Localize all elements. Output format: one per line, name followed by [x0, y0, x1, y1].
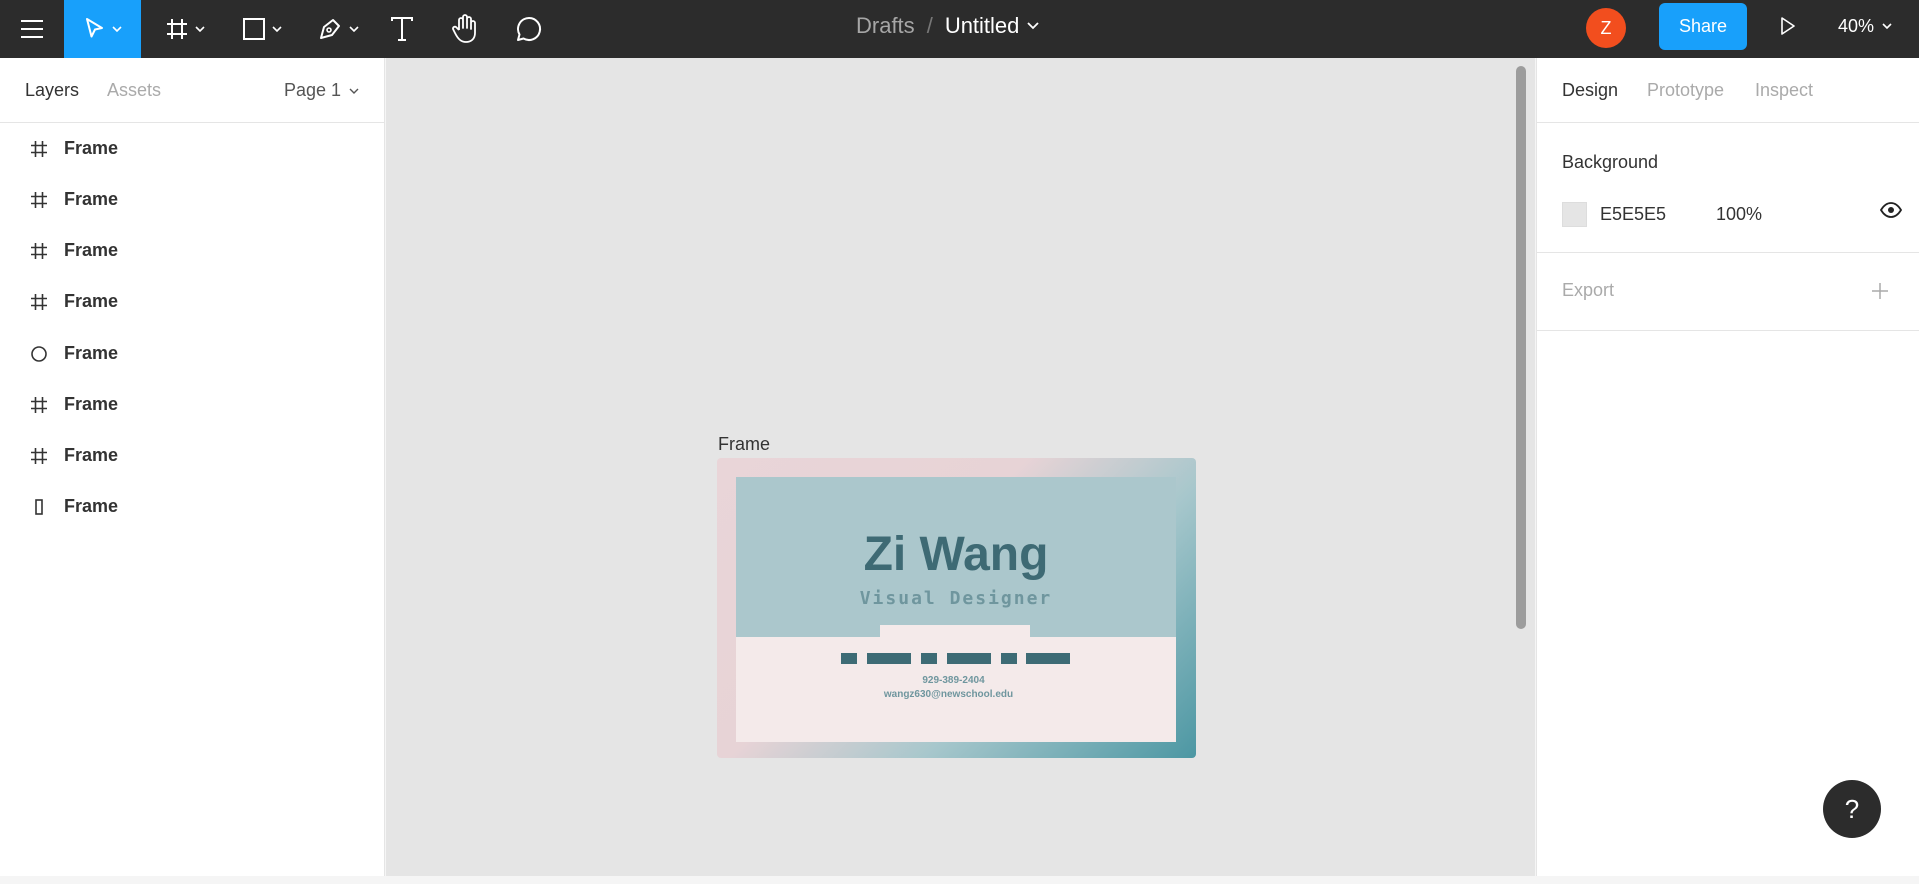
layer-name: Frame	[64, 189, 119, 209]
layer-row[interactable]: Frame	[0, 481, 385, 532]
layer-name: Frame	[64, 240, 119, 260]
layer-row[interactable]: Frame	[0, 174, 385, 225]
card-role: Visual Designer	[859, 588, 1053, 609]
card-dash	[867, 653, 911, 664]
layer-name: Frame	[64, 343, 119, 363]
chevron-down-icon	[195, 26, 205, 32]
add-export-icon[interactable]	[1871, 282, 1889, 300]
chevron-down-icon[interactable]	[1027, 22, 1040, 30]
background-color-swatch[interactable]	[1562, 201, 1587, 227]
background-section-title: Background	[1562, 152, 1659, 172]
breadcrumb: Drafts / Untitled	[856, 0, 1040, 52]
card-name: Zi Wang	[863, 528, 1049, 581]
layer-row[interactable]: Frame	[0, 276, 385, 327]
hand-icon	[452, 14, 476, 43]
layer-row[interactable]: Frame	[0, 123, 385, 174]
right-panel-tabs: Design Prototype Inspect	[1537, 58, 1919, 123]
rectangle-icon	[35, 498, 43, 515]
present-button[interactable]	[1772, 0, 1804, 52]
ellipse-icon	[31, 345, 47, 362]
divider	[1537, 252, 1919, 253]
chevron-down-icon	[1882, 23, 1892, 29]
frame-icon	[31, 242, 47, 259]
layer-name: Frame	[64, 496, 119, 516]
card-email: wangz630@newschool.edu	[883, 689, 1014, 700]
play-icon	[1781, 17, 1795, 35]
background-hex-input[interactable]: E5E5E5	[1600, 204, 1716, 225]
zoom-level: 40%	[1838, 15, 1875, 36]
background-fill-row: E5E5E5 100%	[1562, 200, 1902, 228]
chevron-down-icon	[349, 26, 359, 32]
background-opacity-input[interactable]: 100%	[1716, 204, 1762, 225]
card-inner: Zi Wang Visual Designer 929-389-2404 wan…	[736, 477, 1176, 742]
canvas-scrollbar[interactable]	[1516, 66, 1526, 629]
card-dash	[1001, 653, 1017, 664]
menu-icon	[21, 20, 43, 38]
pen-tool-button[interactable]	[311, 0, 365, 58]
layer-name: Frame	[64, 291, 119, 311]
layer-name: Frame	[64, 138, 119, 158]
chevron-down-icon	[111, 26, 122, 32]
left-panel-tabs: Layers Assets Page 1	[0, 58, 384, 123]
frame-icon	[167, 19, 187, 39]
breadcrumb-drafts[interactable]: Drafts	[856, 13, 915, 39]
tab-design[interactable]: Design	[1562, 80, 1618, 101]
layer-row[interactable]: Frame	[0, 225, 385, 276]
comment-tool-button[interactable]	[512, 0, 546, 58]
rectangle-icon	[243, 18, 265, 40]
main-menu-button[interactable]	[0, 0, 64, 58]
frame-icon	[31, 140, 47, 157]
move-icon	[85, 18, 103, 38]
layer-row[interactable]: Frame	[0, 328, 385, 379]
page-selector-label: Page 1	[284, 80, 342, 100]
export-section-title: Export	[1562, 280, 1615, 300]
tab-inspect[interactable]: Inspect	[1755, 80, 1813, 101]
tab-prototype[interactable]: Prototype	[1647, 80, 1724, 101]
frame-label[interactable]: Frame	[718, 434, 770, 455]
page-selector[interactable]: Page 1	[284, 80, 359, 101]
hand-tool-button[interactable]	[448, 0, 482, 58]
chevron-down-icon	[272, 26, 282, 32]
pen-icon	[320, 19, 340, 39]
move-tool-button[interactable]	[64, 0, 141, 58]
text-icon	[391, 17, 413, 41]
card-divider-bar	[880, 625, 1030, 637]
layer-row[interactable]: Frame	[0, 379, 385, 430]
zoom-menu[interactable]: 40%	[1838, 0, 1892, 52]
tab-assets[interactable]: Assets	[107, 80, 161, 101]
layer-name: Frame	[64, 445, 119, 465]
breadcrumb-separator: /	[926, 13, 933, 38]
frame-icon	[31, 447, 47, 464]
card-dash	[1026, 653, 1070, 664]
layer-name: Frame	[64, 394, 119, 414]
layer-row[interactable]: Frame	[0, 430, 385, 481]
frame-icon	[31, 293, 47, 310]
layers-panel: Layers Assets Page 1 Frame Frame Frame F…	[0, 58, 385, 876]
card-dash	[921, 653, 937, 664]
chevron-down-icon	[349, 88, 359, 94]
divider	[1537, 330, 1919, 331]
avatar[interactable]: Z	[1586, 8, 1626, 48]
card-dash	[841, 653, 857, 664]
frame-icon	[31, 396, 47, 413]
card-phone: 929-389-2404	[922, 675, 985, 686]
card-dash	[947, 653, 991, 664]
file-title[interactable]: Untitled	[945, 13, 1020, 39]
business-card-frame[interactable]: Zi Wang Visual Designer 929-389-2404 wan…	[717, 458, 1196, 758]
comment-icon	[517, 16, 541, 41]
eye-icon[interactable]	[1880, 202, 1902, 218]
tab-layers[interactable]: Layers	[25, 80, 79, 101]
share-button[interactable]: Share	[1659, 3, 1747, 50]
help-button[interactable]: ?	[1823, 780, 1881, 838]
properties-panel: Design Prototype Inspect Background E5E5…	[1536, 58, 1919, 876]
toolbar: Drafts / Untitled Z Share 40%	[0, 0, 1919, 58]
shape-tool-button[interactable]	[235, 0, 289, 58]
frame-tool-button[interactable]	[158, 0, 212, 58]
frame-icon	[31, 191, 47, 208]
text-tool-button[interactable]	[385, 0, 419, 58]
